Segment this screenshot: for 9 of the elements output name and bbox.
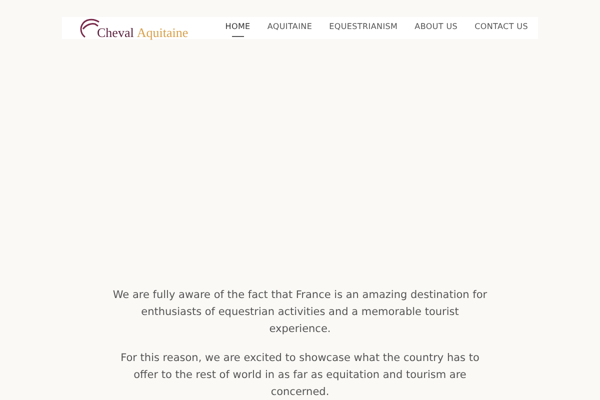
nav-link[interactable]: CONTACT US xyxy=(474,20,528,36)
intro-paragraph: We are fully aware of the fact that France is an amazing destination for enthusiasts of equestrian activities and a memorable tourist experience. xyxy=(112,288,488,337)
nav-link[interactable]: AQUITAINE xyxy=(267,20,312,36)
nav-link[interactable]: ABOUT US xyxy=(414,20,458,36)
intro-paragraph: For this reason, we are excited to showcase what the country has to offer to the rest of world in as far as equitation and tourism are concerned. xyxy=(120,351,480,400)
logo-text[interactable]: Cheval xyxy=(97,26,134,39)
nav-link[interactable]: HOME xyxy=(225,20,250,36)
logo-text-secondary: Aquitaine xyxy=(136,26,188,39)
nav-link[interactable]: EQUESTRIANISM xyxy=(329,20,398,36)
